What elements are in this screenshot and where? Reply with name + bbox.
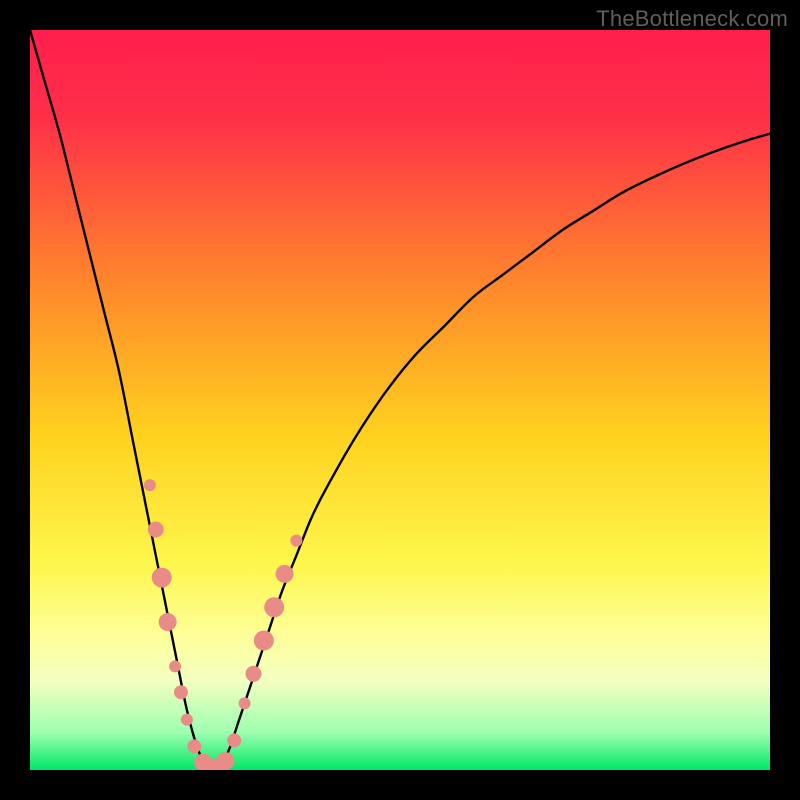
plot-area: [30, 30, 770, 770]
gradient-background: [30, 30, 770, 770]
chart-frame: TheBottleneck.com: [0, 0, 800, 800]
watermark-text: TheBottleneck.com: [596, 6, 788, 32]
